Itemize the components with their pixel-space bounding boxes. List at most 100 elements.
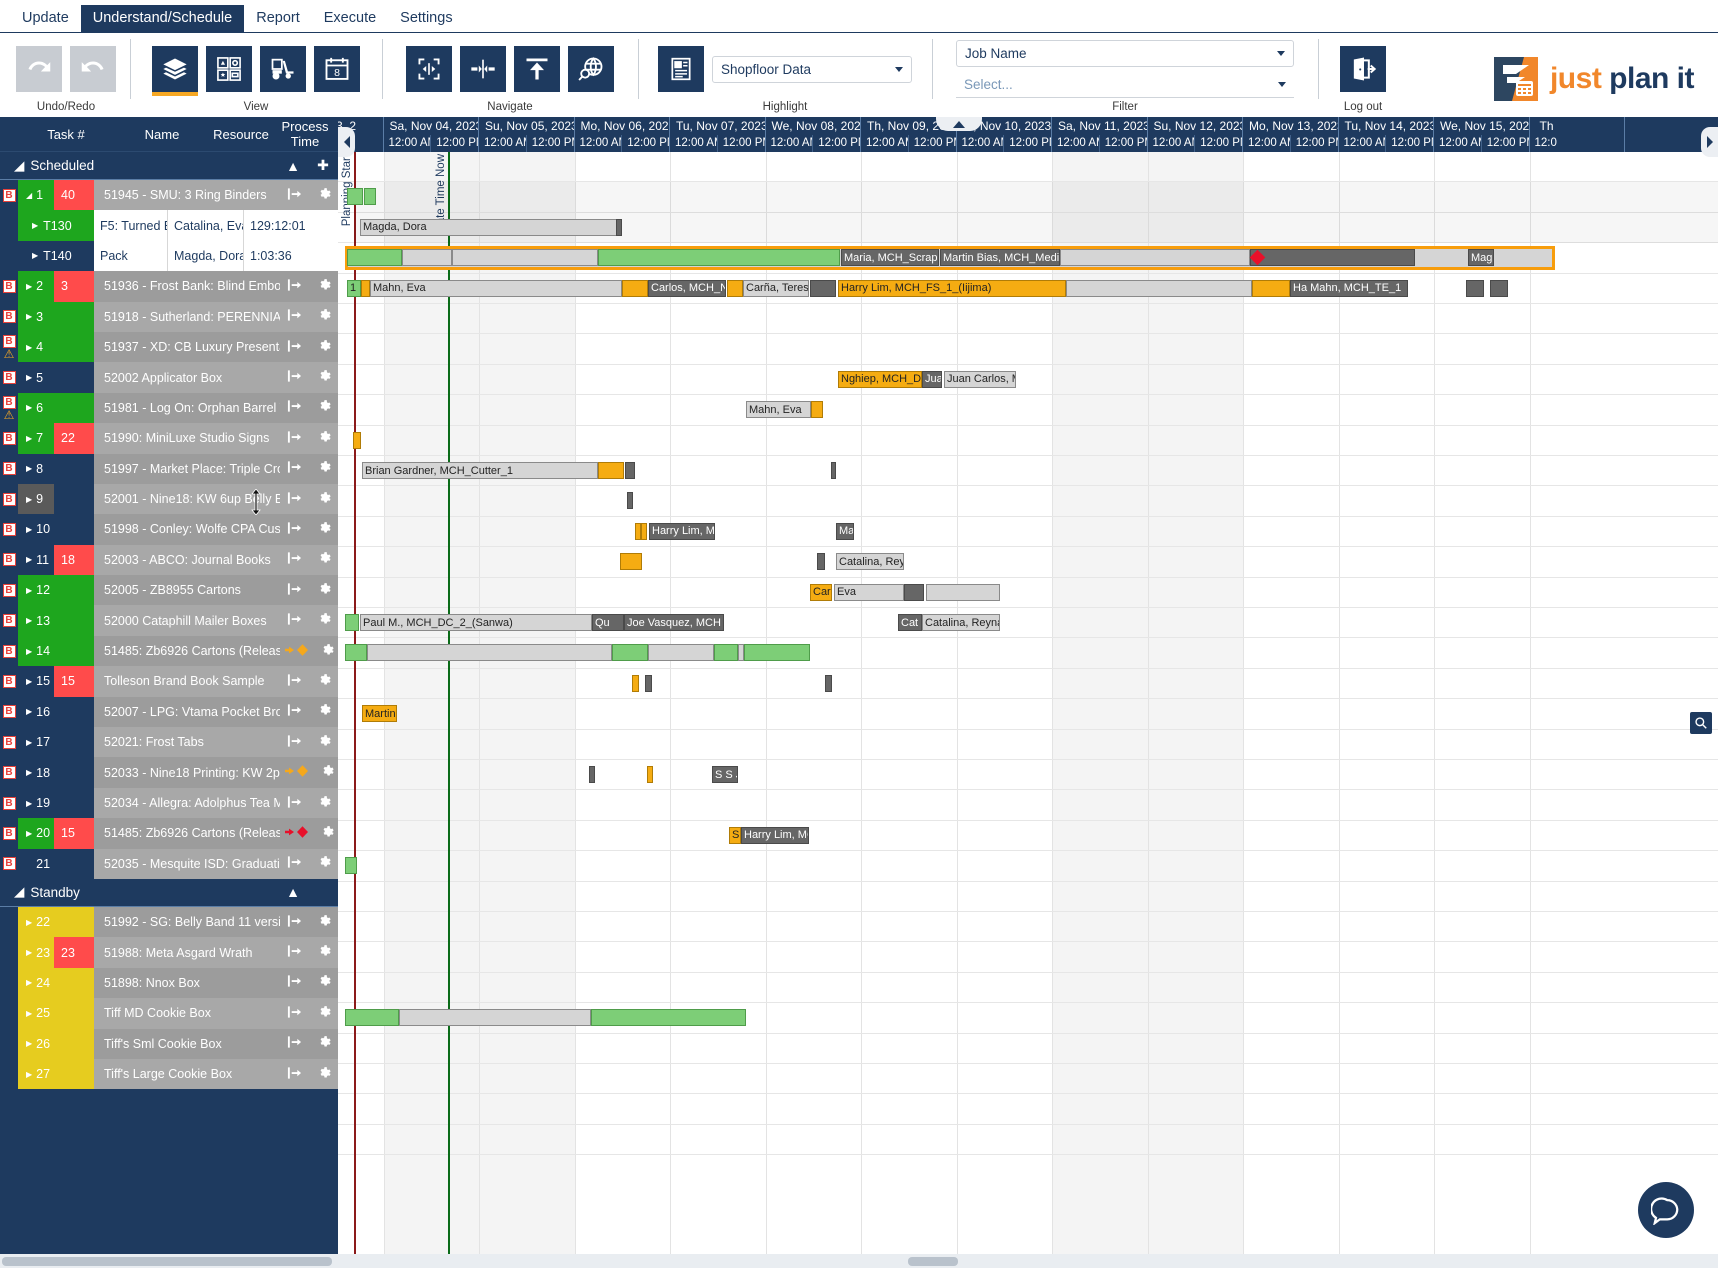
row-name[interactable]: 52002 Applicator Box [94, 362, 280, 393]
gantt-bar[interactable] [641, 522, 647, 540]
gear-icon[interactable] [320, 643, 334, 660]
gantt-bar[interactable]: Eva [834, 583, 904, 601]
table-row[interactable]: B▶952001 - Nine18: KW 6up Belly Bands [0, 483, 338, 515]
gear-icon[interactable] [317, 308, 331, 325]
gantt-bar[interactable] [647, 766, 653, 783]
gear-icon[interactable] [317, 460, 331, 477]
row-task-number[interactable]: ▶21 [18, 848, 54, 879]
gantt-bar[interactable]: Catalina, Reyn [836, 553, 904, 571]
gantt-bar[interactable] [598, 249, 840, 267]
gantt-bar[interactable] [831, 462, 836, 479]
gantt-bar[interactable]: Cat [898, 614, 922, 631]
expand-triangle-icon[interactable]: ▶ [26, 918, 32, 927]
gear-icon[interactable] [317, 399, 331, 416]
row-task-number[interactable]: ▶ 2 [18, 271, 54, 302]
expand-triangle-icon[interactable]: ▶ [26, 586, 32, 595]
table-row[interactable]: B ▶ 10 51998 - Conley: Wolfe CPA Custom Pf [0, 514, 338, 545]
gantt-bar[interactable] [810, 279, 836, 297]
expand-triangle-icon[interactable]: ▶ [26, 343, 32, 352]
gantt-bar[interactable] [367, 644, 612, 662]
table-row[interactable]: B ▶ 11 18 52003 - ABCO: Journal Books [0, 544, 338, 576]
gantt-bar[interactable]: Mag [1468, 249, 1494, 267]
gantt-bar[interactable]: Qu [592, 614, 624, 631]
row-name[interactable]: 52021: Frost Tabs [94, 727, 280, 758]
gantt-bar[interactable] [598, 462, 624, 479]
expand-triangle-icon[interactable]: ▶ [32, 251, 38, 260]
jump-icon[interactable] [287, 522, 302, 537]
gantt-bar[interactable] [622, 279, 648, 297]
gantt-bar[interactable] [399, 1009, 591, 1027]
gear-icon[interactable] [317, 855, 331, 872]
gear-icon[interactable] [320, 764, 334, 781]
row-task-number[interactable]: ◢ 1 [18, 180, 54, 211]
gantt-bar[interactable] [714, 644, 738, 662]
grid-header-name[interactable]: Name [114, 127, 210, 142]
group-add-icon[interactable]: ✚ [308, 157, 338, 174]
row-task-number[interactable]: ▶ 26 [18, 1028, 54, 1059]
gantt-bar[interactable] [1252, 279, 1290, 297]
table-row[interactable]: B ▶ 13 52000 Cataphill Mailer Boxes [0, 605, 338, 636]
expand-triangle-icon[interactable]: ▶ [26, 677, 32, 686]
gantt-bar[interactable] [347, 249, 402, 267]
gantt-bar[interactable]: Paul M., MCH_DC_2_(Sanwa) [360, 614, 592, 631]
row-task-number[interactable]: ▶ 19 [18, 787, 54, 819]
report-icon[interactable] [658, 46, 704, 92]
row-name[interactable]: Tolleson Brand Book Sample [94, 666, 280, 697]
jump-icon[interactable] [287, 431, 302, 446]
row-task-number[interactable]: ▶ 10 [18, 514, 54, 545]
table-row[interactable]: B▶21 52035 - Mesquite ISD: Graduation Co [0, 848, 338, 879]
grid-subtask-row[interactable]: ▶T130F5: Turned EdgeCatalina, Eva 129:12:… [0, 210, 338, 241]
subtask-id-cell[interactable]: ▶ T130 [18, 210, 94, 241]
table-row[interactable]: B⚠▶651981 - Log On: Orphan Barrel Whisk [0, 392, 338, 424]
gantt-bar[interactable] [635, 522, 641, 540]
gear-icon[interactable] [317, 491, 331, 508]
globe-search-icon[interactable] [568, 46, 614, 92]
grid-group-header-standby[interactable]: ◢ Standby ▲ [0, 878, 338, 907]
table-row[interactable]: B ▶ 17 52021: Frost Tabs [0, 727, 338, 758]
gantt-bar[interactable]: Harry Lim, MC [649, 522, 715, 540]
jump-icon[interactable] [287, 674, 302, 689]
jump-icon[interactable] [287, 915, 302, 930]
gear-icon[interactable] [317, 339, 331, 356]
grid-group-header-scheduled[interactable]: ◢ Scheduled ▲ ✚ [0, 152, 338, 180]
gantt-bar[interactable]: Maria, MCH_Scrapp [841, 249, 939, 267]
gantt-bar[interactable]: Carña, Teresa [743, 279, 809, 297]
gear-icon[interactable] [317, 521, 331, 538]
row-name[interactable]: 51990: MiniLuxe Studio Signs [94, 423, 280, 454]
gantt-bar[interactable] [632, 674, 639, 692]
jump-icon[interactable] [287, 1036, 302, 1051]
gantt-bar[interactable]: Ha Mahn, MCH_TE_1 [1290, 279, 1408, 297]
gantt-bar[interactable]: Brian Gardner, MCH_Cutter_1 [362, 462, 598, 479]
gantt-bar[interactable] [612, 644, 648, 662]
row-task-number[interactable]: ▶ 23 [18, 937, 54, 968]
timeline-scroll-up-button[interactable] [936, 117, 982, 131]
gantt-bar[interactable] [625, 462, 635, 479]
gantt-bar[interactable]: Juan Carlos, MCH [944, 370, 1016, 388]
gantt-bar[interactable] [364, 188, 376, 206]
gantt-bar[interactable] [345, 1009, 399, 1027]
gantt-bar[interactable] [727, 279, 743, 297]
filter-field-select[interactable]: Job Name [956, 40, 1294, 67]
row-task-number[interactable]: ▶ 14 [18, 635, 54, 667]
gantt-bar[interactable] [645, 674, 652, 692]
gantt-bar[interactable]: Martin [362, 705, 397, 723]
jump-icon[interactable] [287, 370, 302, 385]
gantt-bar[interactable] [347, 188, 363, 206]
expand-triangle-icon[interactable]: ▶ [26, 707, 32, 716]
gear-icon[interactable] [317, 187, 331, 204]
gantt-scrollbar-thumb[interactable] [908, 1257, 958, 1266]
group-collapse-icon[interactable]: ▲ [278, 158, 308, 174]
row-name[interactable]: 51485: Zb6926 Cartons (Release 3) [94, 818, 280, 849]
row-task-number[interactable]: ▶ 16 [18, 696, 54, 728]
jump-icon[interactable] [287, 975, 302, 990]
expand-horizontal-icon[interactable] [406, 46, 452, 92]
gantt-bar[interactable]: S S J [712, 766, 738, 783]
table-row[interactable]: B ▶ 201551485: Zb6926 Cartons (Release 3) [0, 818, 338, 849]
row-name[interactable]: 52033 - Nine18 Printing: KW 2pc Slee [94, 757, 280, 788]
grid-header-task-num[interactable]: Task # [18, 127, 114, 142]
row-name[interactable]: 52035 - Mesquite ISD: Graduation Co [94, 848, 280, 879]
gear-icon[interactable] [317, 369, 331, 386]
row-task-number[interactable]: ▶ 8 [18, 453, 54, 484]
expand-triangle-icon[interactable]: ▶ [26, 555, 32, 564]
row-name[interactable]: 51918 - Sutherland: PERENNIALS 3 DI [94, 301, 280, 332]
